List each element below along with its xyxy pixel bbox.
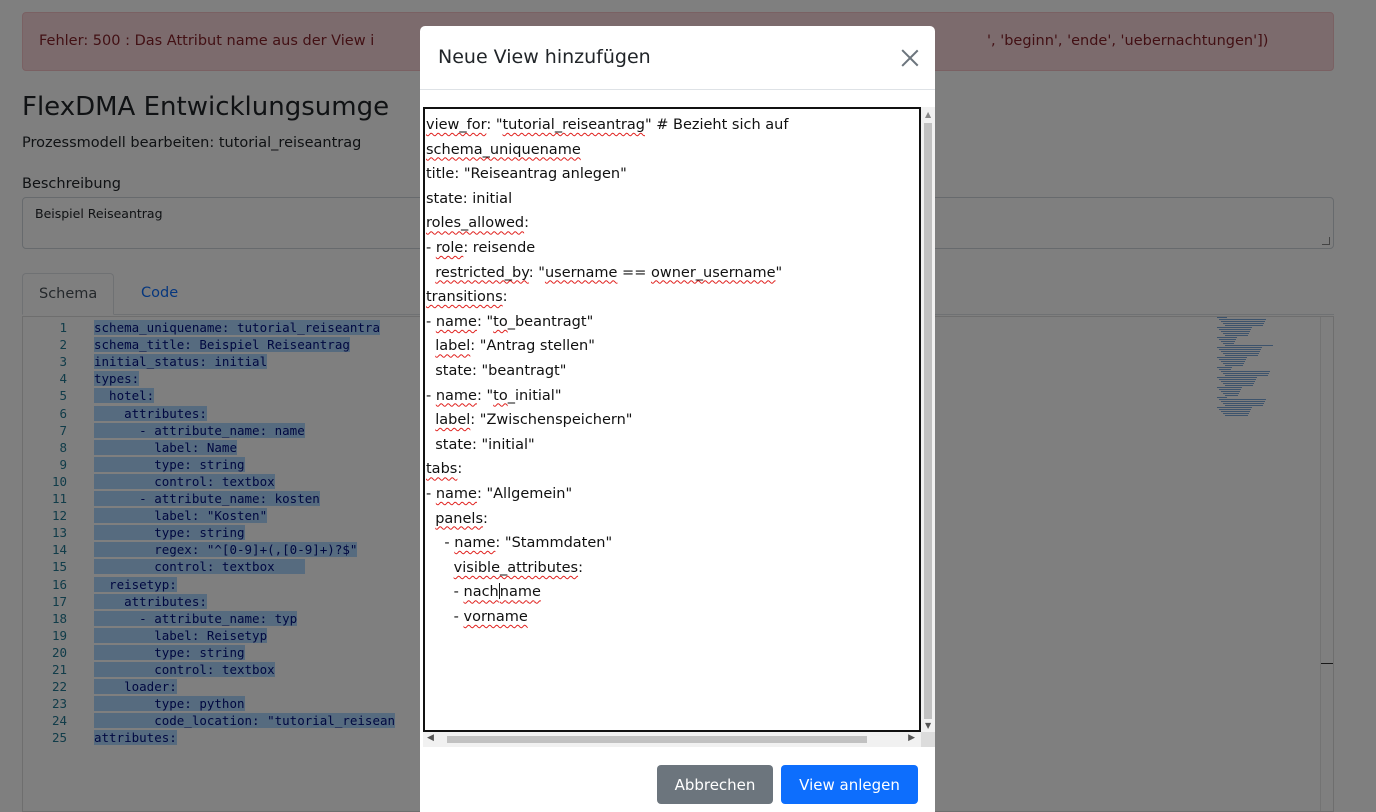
textarea-text: -: [426, 584, 464, 601]
spellcheck-flagged-word: label: [435, 338, 471, 355]
textarea-line: view_for: "tutorial_reiseantrag" # Bezie…: [426, 113, 788, 138]
textarea-line: tabs:: [426, 457, 462, 482]
textarea-line: title: "Reiseantrag anlegen": [426, 162, 627, 187]
textarea-text: _beantragt": [507, 313, 594, 330]
textarea-line: - name: "to_initial": [426, 384, 562, 409]
scroll-left-arrow-icon[interactable]: ◀: [427, 733, 434, 743]
horizontal-scroll-thumb[interactable]: [447, 736, 867, 743]
spellcheck-flagged-word: vorname: [463, 609, 528, 625]
close-icon[interactable]: [899, 47, 921, 69]
spellcheck-flagged-word: label: [435, 412, 471, 429]
scroll-down-arrow-icon[interactable]: ▼: [925, 721, 931, 730]
modal-header: Neue View hinzufügen: [420, 26, 935, 90]
textarea-line: - nachname: [426, 580, 541, 605]
scroll-right-arrow-icon[interactable]: ▶: [908, 733, 915, 743]
spellcheck-flagged-word: roles_allowed: [426, 215, 525, 232]
textarea-line: - name: "to_beantragt": [426, 310, 593, 335]
textarea-line: state: initial: [426, 187, 512, 212]
textarea-horizontal-scrollbar[interactable]: ◀ ▶: [423, 732, 921, 747]
textarea-text: -: [426, 535, 455, 552]
spellcheck-flagged-word: schema_uniquename: [426, 141, 581, 158]
spellcheck-flagged-word: to: [493, 387, 508, 404]
spellcheck-flagged-word: username: [544, 264, 618, 281]
textarea-text: [426, 511, 435, 527]
textarea-text: : "Stammdaten": [495, 535, 613, 552]
textarea-text: :: [578, 559, 583, 576]
textarea-line: - role: reisende: [426, 236, 535, 261]
textarea-line: roles_allowed:: [426, 211, 529, 236]
textarea-line: label: "Zwischenspeichern": [426, 408, 632, 433]
textarea-text: -: [426, 313, 436, 330]
textarea-text: _initial": [507, 387, 562, 404]
textarea-text: : ": [528, 264, 545, 281]
vertical-scroll-thumb[interactable]: [924, 123, 932, 719]
new-view-modal: Neue View hinzufügen view_for: "tutorial…: [420, 26, 935, 812]
textarea-line: - name: "Allgemein": [426, 482, 572, 507]
textarea-vertical-scrollbar[interactable]: ▲ ▼: [921, 107, 935, 732]
textarea-text: [426, 412, 435, 428]
textarea-text: :: [502, 289, 508, 306]
textarea-text: : "Zwischenspeichern": [470, 412, 633, 429]
textarea-text: -: [426, 240, 436, 256]
textarea-line: restricted_by: "username == owner_userna…: [426, 261, 782, 286]
create-view-button[interactable]: View anlegen: [781, 765, 918, 804]
textarea-text: -: [426, 486, 436, 502]
modal-title: Neue View hinzufügen: [438, 46, 651, 68]
textarea-text: : "Antrag stellen": [470, 338, 595, 355]
view-yaml-textarea-wrapper: view_for: "tutorial_reiseantrag" # Bezie…: [423, 107, 935, 772]
textarea-text: state: "initial": [426, 436, 535, 453]
spellcheck-flagged-word: transitions: [426, 289, 503, 306]
scroll-up-arrow-icon[interactable]: ▲: [925, 110, 931, 119]
textarea-line: label: "Antrag stellen": [426, 334, 595, 359]
textarea-line: visible_attributes:: [426, 556, 583, 581]
textarea-text: :: [457, 461, 463, 478]
textarea-line: state: "initial": [426, 433, 535, 458]
spellcheck-flagged-word: tabs: [426, 461, 458, 478]
view-yaml-textarea[interactable]: view_for: "tutorial_reiseantrag" # Bezie…: [423, 107, 921, 732]
spellcheck-flagged-word: name: [454, 535, 496, 552]
spellcheck-flagged-word: name: [499, 584, 541, 601]
spellcheck-flagged-word: panels: [435, 510, 484, 527]
textarea-line: - name: "Stammdaten": [426, 531, 612, 556]
textarea-text: ": [775, 264, 783, 281]
spellcheck-flagged-word: view_for: [426, 117, 487, 133]
spellcheck-flagged-word: role: [435, 240, 464, 256]
textarea-text: [426, 265, 435, 281]
textarea-text: : reisende: [463, 240, 536, 256]
textarea-text: [426, 560, 454, 576]
spellcheck-flagged-word: tutorial_reiseantrag: [502, 117, 645, 133]
textarea-text: -: [426, 609, 464, 625]
textarea-text: state: initial: [426, 190, 513, 207]
scrollbar-corner: [921, 732, 935, 747]
textarea-line: - vorname: [426, 605, 528, 630]
spellcheck-flagged-word: owner_username: [650, 264, 776, 281]
textarea-line: transitions:: [426, 285, 508, 310]
textarea-text: state: "beantragt": [426, 363, 567, 379]
spellcheck-flagged-word: restricted_by: [435, 264, 529, 281]
spellcheck-flagged-word: nach: [463, 584, 499, 601]
textarea-text: title: "Reiseantrag anlegen": [426, 166, 627, 183]
textarea-text: : "Allgemein": [476, 486, 573, 502]
textarea-text: ==: [617, 264, 651, 281]
cancel-button[interactable]: Abbrechen: [657, 765, 773, 804]
textarea-text: :: [483, 510, 488, 527]
spellcheck-flagged-word: to: [493, 313, 508, 330]
textarea-line: panels:: [426, 507, 488, 532]
textarea-text: :: [524, 215, 529, 232]
textarea-text: : ": [476, 387, 494, 404]
textarea-text: " # Bezieht sich auf: [644, 117, 789, 133]
textarea-text: [426, 338, 435, 354]
spellcheck-flagged-word: name: [435, 387, 477, 404]
textarea-line: schema_uniquename: [426, 138, 581, 163]
spellcheck-flagged-word: visible_attributes: [453, 559, 579, 576]
textarea-text: -: [426, 387, 436, 404]
textarea-text: : ": [486, 117, 503, 133]
textarea-line: state: "beantragt": [426, 359, 566, 384]
textarea-text: : ": [476, 313, 494, 330]
spellcheck-flagged-word: name: [435, 313, 477, 330]
spellcheck-flagged-word: name: [435, 486, 477, 502]
